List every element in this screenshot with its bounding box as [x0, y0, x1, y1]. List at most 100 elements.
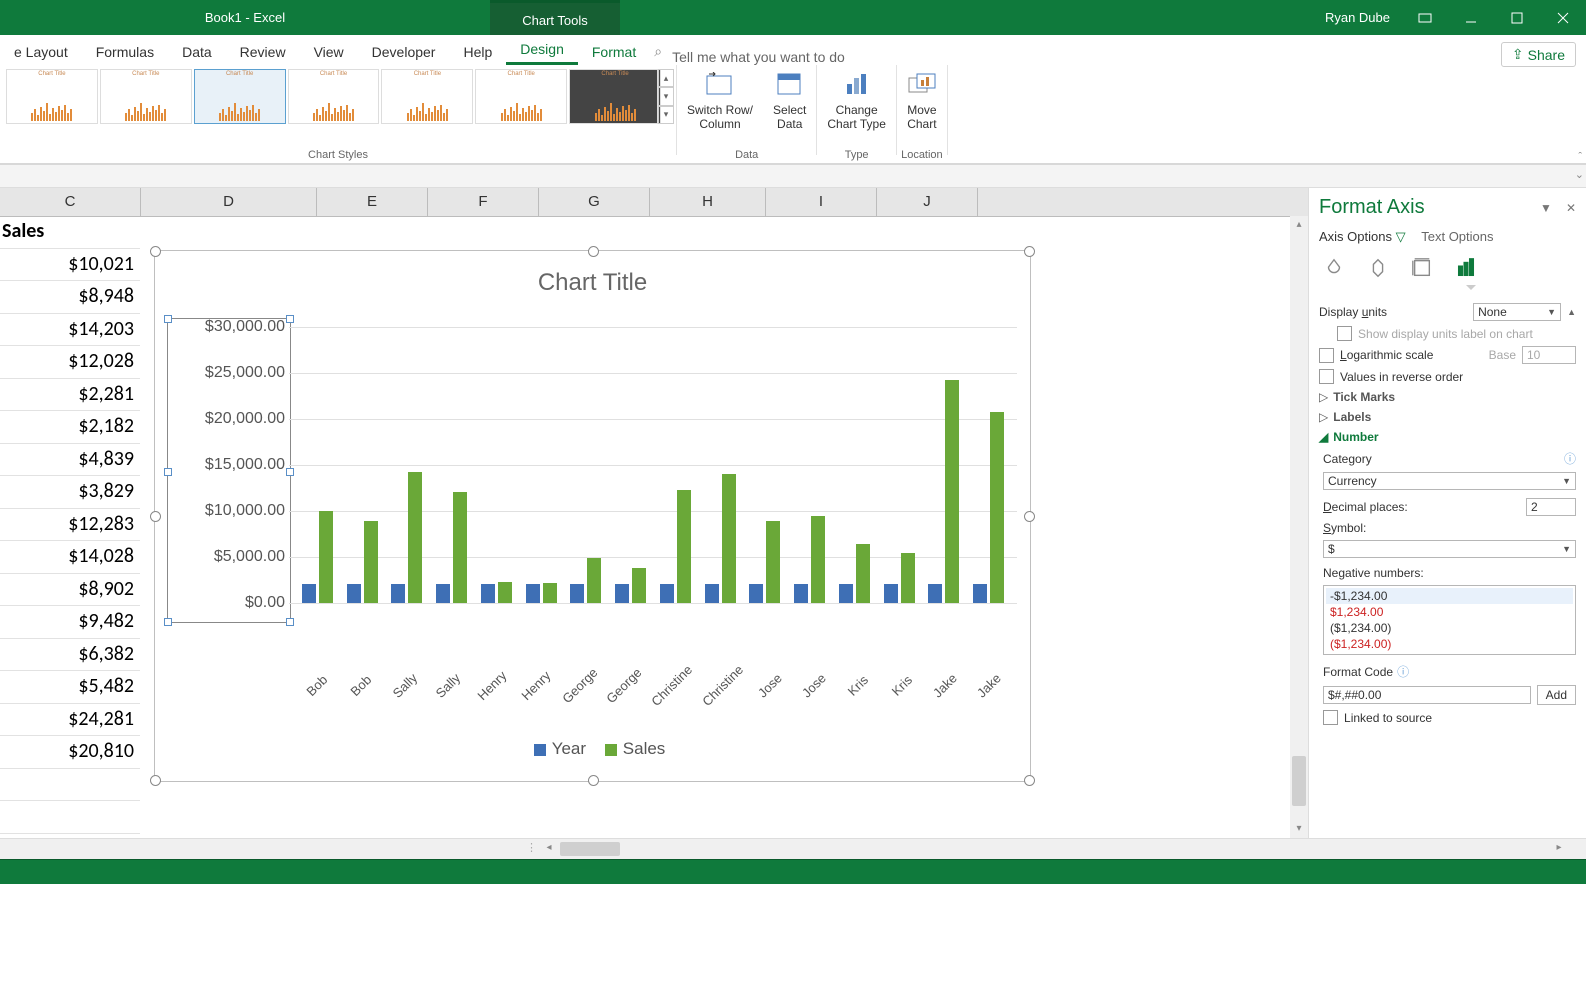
chart-handle-tm[interactable]	[588, 246, 599, 257]
cell-c-9[interactable]: $14,028	[0, 541, 140, 574]
cell-empty[interactable]	[0, 769, 140, 802]
share-button[interactable]: ⇪ Share	[1501, 42, 1576, 67]
bar-sales-9[interactable]	[722, 474, 736, 603]
bar-sales-5[interactable]	[543, 583, 557, 603]
bar-year-6[interactable]	[570, 584, 584, 603]
gallery-up-button[interactable]: ▴	[658, 69, 674, 87]
close-icon[interactable]	[1540, 0, 1586, 35]
chart-style-4[interactable]: Chart Title	[288, 69, 380, 124]
scroll-up-button[interactable]: ▴	[1290, 216, 1308, 234]
cell-empty[interactable]	[0, 801, 140, 834]
bar-year-12[interactable]	[839, 584, 853, 603]
cell-c-1[interactable]: $8,948	[0, 281, 140, 314]
y-axis-labels[interactable]: $30,000.00$25,000.00$20,000.00$15,000.00…	[167, 321, 285, 643]
bar-sales-2[interactable]	[408, 472, 422, 603]
bar-group-7[interactable]	[608, 568, 653, 603]
bar-year-15[interactable]	[973, 584, 987, 603]
cell-c-8[interactable]: $12,283	[0, 509, 140, 542]
bar-year-7[interactable]	[615, 584, 629, 603]
cell-c-14[interactable]: $24,281	[0, 704, 140, 737]
linked-to-source-checkbox[interactable]	[1323, 710, 1338, 725]
display-units-up[interactable]: ▲	[1567, 307, 1576, 317]
labels-section[interactable]: ▷Labels	[1319, 410, 1576, 424]
cell-c-12[interactable]: $6,382	[0, 639, 140, 672]
decimal-places-input[interactable]: 2	[1526, 498, 1576, 516]
bar-sales-8[interactable]	[677, 490, 691, 603]
bar-sales-13[interactable]	[901, 553, 915, 603]
cell-c-11[interactable]: $9,482	[0, 606, 140, 639]
x-axis-labels[interactable]: BobBobSallySallyHenryHenryGeorgeGeorgeCh…	[295, 678, 1011, 693]
col-header-I[interactable]: I	[766, 188, 877, 216]
format-code-input[interactable]: $#,##0.00	[1323, 686, 1531, 704]
bar-group-15[interactable]	[966, 412, 1011, 603]
chart-handle-mr[interactable]	[1024, 511, 1035, 522]
bar-group-8[interactable]	[653, 490, 698, 603]
chart-bars[interactable]	[295, 327, 1011, 603]
axis-options-icon[interactable]	[1455, 257, 1477, 279]
bar-group-0[interactable]	[295, 511, 340, 603]
scroll-right-button[interactable]: ▸	[1550, 839, 1568, 859]
user-name[interactable]: Ryan Dube	[1313, 10, 1402, 25]
bar-group-10[interactable]	[743, 521, 788, 603]
bar-year-2[interactable]	[391, 584, 405, 603]
tab-format[interactable]: Format	[578, 38, 650, 65]
cell-c-7[interactable]: $3,829	[0, 476, 140, 509]
minimize-icon[interactable]	[1448, 0, 1494, 35]
pane-options-icon[interactable]: ▼	[1540, 201, 1552, 215]
scroll-thumb-h[interactable]	[560, 842, 620, 856]
bar-sales-14[interactable]	[945, 380, 959, 603]
tab-page-layout[interactable]: e Layout	[0, 38, 82, 65]
chart-title[interactable]: Chart Title	[155, 251, 1030, 297]
bar-sales-1[interactable]	[364, 521, 378, 603]
chart-style-6[interactable]: Chart Title	[475, 69, 567, 124]
chart-style-7[interactable]: Chart Title	[569, 69, 661, 124]
bar-year-8[interactable]	[660, 584, 674, 603]
bar-year-9[interactable]	[705, 584, 719, 603]
display-units-dropdown[interactable]: None▼	[1473, 303, 1561, 321]
col-header-D[interactable]: D	[141, 188, 317, 216]
bar-group-12[interactable]	[832, 544, 877, 603]
col-header-F[interactable]: F	[428, 188, 539, 216]
bar-group-1[interactable]	[340, 521, 385, 603]
bar-group-11[interactable]	[787, 516, 832, 603]
ribbon-display-icon[interactable]	[1402, 0, 1448, 35]
cell-c-2[interactable]: $14,203	[0, 314, 140, 347]
sheet-split-handle[interactable]: ⋮	[526, 841, 537, 854]
bar-sales-12[interactable]	[856, 544, 870, 603]
text-options-tab[interactable]: Text Options	[1421, 229, 1493, 244]
chart-handle-tl[interactable]	[150, 246, 161, 257]
bar-group-9[interactable]	[698, 474, 743, 603]
bar-year-4[interactable]	[481, 584, 495, 603]
cell-c-3[interactable]: $12,028	[0, 346, 140, 379]
bar-sales-15[interactable]	[990, 412, 1004, 603]
cell-c-13[interactable]: $5,482	[0, 671, 140, 704]
bar-year-14[interactable]	[928, 584, 942, 603]
log-scale-checkbox[interactable]	[1319, 348, 1334, 363]
fill-line-icon[interactable]	[1323, 257, 1345, 279]
scroll-down-button[interactable]: ▾	[1290, 820, 1308, 838]
chart-style-1[interactable]: Chart Title	[6, 69, 98, 124]
bar-group-2[interactable]	[385, 472, 430, 603]
chart-style-5[interactable]: Chart Title	[381, 69, 473, 124]
category-info-icon[interactable]: ⓘ	[1564, 450, 1576, 467]
bar-sales-10[interactable]	[766, 521, 780, 603]
reverse-order-checkbox[interactable]	[1319, 369, 1334, 384]
cell-c-10[interactable]: $8,902	[0, 574, 140, 607]
bar-group-3[interactable]	[429, 492, 474, 603]
neg-option-2[interactable]: ($1,234.00)	[1326, 620, 1573, 636]
chart-handle-ml[interactable]	[150, 511, 161, 522]
bar-year-11[interactable]	[794, 584, 808, 603]
bar-year-5[interactable]	[526, 584, 540, 603]
chart-handle-tr[interactable]	[1024, 246, 1035, 257]
symbol-dropdown[interactable]: $▼	[1323, 540, 1576, 558]
negative-numbers-list[interactable]: -$1,234.00$1,234.00($1,234.00)($1,234.00…	[1323, 585, 1576, 655]
tab-data[interactable]: Data	[168, 38, 226, 65]
bar-sales-3[interactable]	[453, 492, 467, 603]
maximize-icon[interactable]	[1494, 0, 1540, 35]
col-header-E[interactable]: E	[317, 188, 428, 216]
bar-sales-4[interactable]	[498, 582, 512, 603]
scroll-thumb-v[interactable]	[1292, 756, 1306, 806]
cell-c-0[interactable]: $10,021	[0, 249, 140, 282]
cell-c-6[interactable]: $4,839	[0, 444, 140, 477]
chart-object[interactable]: Chart Title $30,000.00$25,000.00$20,000.…	[154, 250, 1031, 782]
